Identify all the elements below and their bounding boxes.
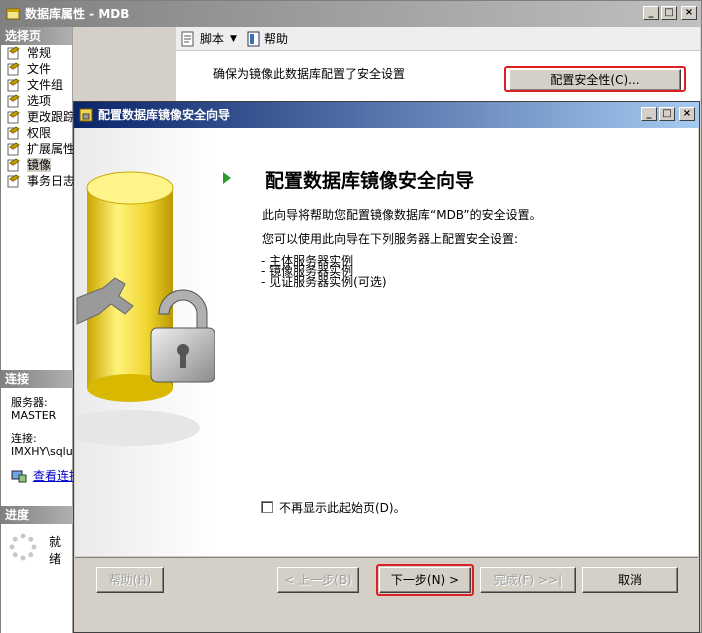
wizard-footer: 帮助(H) < 上一步(B) 下一步(N) > 完成(F) >>| 取消 (75, 557, 698, 631)
progress-status: 就绪 (49, 535, 62, 566)
toolbar: 脚本 ▼ 帮助 (176, 27, 700, 51)
spinner-icon (9, 533, 37, 561)
select-page-header: 选择页 (1, 27, 72, 45)
nav-item[interactable]: 文件 (1, 61, 72, 77)
nav-item-label: 文件组 (27, 78, 64, 92)
dont-show-label[interactable]: 不再显示此起始页(D)。 (279, 499, 406, 516)
wizard-maximize-button[interactable]: □ (659, 107, 675, 121)
server-label: 服务器: (11, 396, 48, 409)
wizard-minimize-button[interactable]: _ (641, 107, 657, 121)
bullet-witness: - 见证服务器实例(可选) (261, 275, 387, 289)
wizard-cancel-button[interactable]: 取消 (582, 567, 678, 593)
nav-item-label: 权限 (27, 126, 52, 140)
page-icon (7, 46, 20, 60)
page-icon (7, 158, 20, 172)
help-icon (247, 31, 260, 47)
page-icon (7, 174, 20, 188)
server-value: MASTER (11, 409, 57, 422)
help-toolbar-button[interactable]: 帮助 (264, 30, 288, 48)
nav-item[interactable]: 扩展属性 (1, 141, 76, 157)
nav-item-label: 常规 (27, 46, 52, 60)
nav-item[interactable]: 权限 (1, 125, 72, 141)
select-page-panel: 选择页 常规 文件 文件组 选项 更改跟踪 权限 扩展属性 镜像 事务日志传送 连接 服务器: … (1, 27, 105, 633)
nav-item[interactable]: 文件组 (1, 77, 72, 93)
back-button[interactable]: < 上一步(B) (277, 567, 359, 593)
finish-button[interactable]: 完成(F) >>| (480, 567, 576, 593)
page-icon (7, 78, 20, 92)
connection-header: 连接 (1, 370, 73, 388)
script-icon (181, 31, 194, 47)
wizard-titlebar: 配置数据库镜像安全向导 _ □ × (74, 102, 699, 128)
nav-item[interactable]: 更改跟踪 (1, 109, 76, 125)
dont-show-checkbox[interactable] (261, 501, 273, 513)
progress-header: 进度 (1, 506, 73, 524)
window-icon (6, 8, 20, 20)
nav-item-label: 扩展属性 (27, 142, 76, 156)
wizard-heading: 配置数据库镜像安全向导 (265, 170, 475, 192)
wizard-window-title: 配置数据库镜像安全向导 (98, 108, 231, 122)
configure-security-button[interactable]: 配置安全性(C)... (509, 69, 681, 91)
nav-list: 常规文件文件组选项更改跟踪权限扩展属性镜像 事务日志传送 (1, 45, 99, 189)
script-dropdown-icon[interactable]: ▼ (230, 30, 237, 48)
mirroring-security-wizard: 配置数据库镜像安全向导 _ □ × 配置数据库镜像安全向导 此向导将帮助您配置镜… (73, 101, 700, 633)
nav-item[interactable]: 选项 (1, 93, 72, 109)
minimize-button[interactable]: _ (643, 6, 659, 20)
nav-item-label: 镜像 (27, 158, 52, 172)
script-button[interactable]: 脚本 (200, 30, 224, 48)
nav-item[interactable]: 镜像 (1, 157, 72, 173)
wizard-intro: 此向导将帮助您配置镜像数据库“MDB”的安全设置。 (262, 208, 542, 222)
nav-item[interactable]: 事务日志传送 (1, 173, 99, 189)
page-icon (7, 110, 20, 124)
wizard-window-icon (79, 108, 93, 122)
database-lock-icon (75, 128, 215, 556)
wizard-body: 配置数据库镜像安全向导 此向导将帮助您配置镜像数据库“MDB”的安全设置。 您可… (75, 128, 698, 556)
maximize-button[interactable]: □ (661, 6, 677, 20)
page-icon (7, 62, 20, 76)
nav-item-label: 文件 (27, 62, 52, 76)
next-button[interactable]: 下一步(N) > (379, 567, 471, 593)
page-icon (7, 142, 20, 156)
wizard-close-button[interactable]: × (679, 107, 695, 121)
close-button[interactable]: × (681, 6, 697, 20)
connection-label: 连接: (11, 432, 37, 445)
bg-window-title: 数据库属性 - MDB (25, 7, 130, 21)
wizard-intro-2: 您可以使用此向导在下列服务器上配置安全设置: (262, 232, 519, 246)
nav-item-label: 选项 (27, 94, 52, 108)
nav-item[interactable]: 常规 (1, 45, 72, 61)
page-icon (7, 126, 20, 140)
page-icon (7, 94, 20, 108)
wizard-help-button[interactable]: 帮助(H) (96, 567, 164, 593)
bg-titlebar: 数据库属性 - MDB _ □ × (1, 1, 701, 27)
nav-item-label: 更改跟踪 (27, 110, 76, 124)
arrow-icon (223, 172, 231, 184)
security-note: 确保为镜像此数据库配置了安全设置 (213, 67, 406, 81)
connection-icon (11, 470, 27, 483)
